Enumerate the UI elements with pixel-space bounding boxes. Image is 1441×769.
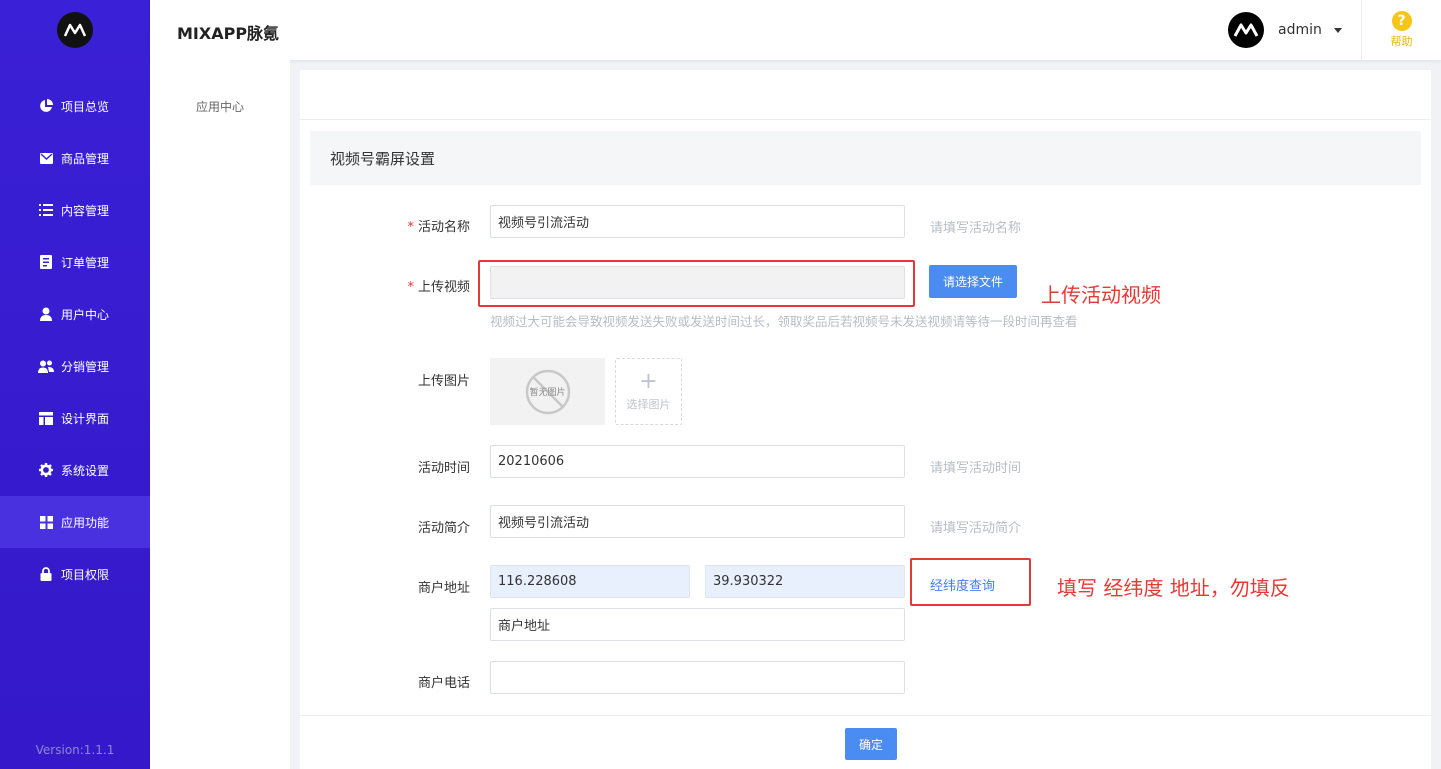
main-top-bar (300, 70, 1431, 120)
activity-intro-hint: 请填写活动简介 (930, 521, 1022, 536)
sidebar-item-products[interactable]: 商品管理 (0, 132, 150, 184)
address-annotation: 填写 经纬度 地址，勿填反 (1057, 576, 1290, 600)
upload-image-label: 上传图片 (417, 374, 470, 389)
merchant-address-input[interactable]: 商户地址 (490, 608, 905, 641)
sidebar-menu: 项目总览 商品管理 内容管理 订单管理 用户中心 分销管理 设计界面 系统设置 (0, 80, 150, 600)
sidebar-item-settings[interactable]: 系统设置 (0, 444, 150, 496)
no-image-text: 暂无图片 (529, 387, 566, 398)
user-icon (38, 306, 54, 322)
merchant-address-label: 商户地址 (417, 581, 470, 596)
latitude-input[interactable]: 39.930322 (705, 565, 905, 598)
top-header: MIXAPP脉氪 admin ? 帮助 (150, 0, 1441, 60)
sidebar-item-label: 分销管理 (61, 359, 110, 374)
sidebar-item-label: 订单管理 (61, 255, 110, 270)
mail-icon (38, 150, 54, 166)
logo-area (0, 0, 150, 60)
logo (57, 12, 93, 48)
sidebar-item-orders[interactable]: 订单管理 (0, 236, 150, 288)
merchant-phone-label: 商户电话 (417, 676, 470, 691)
confirm-button[interactable]: 确定 (845, 728, 897, 760)
activity-time-input[interactable]: 20210606 (490, 445, 905, 478)
users-icon (38, 358, 54, 374)
sidebar-item-label: 项目总览 (61, 99, 110, 114)
sidebar-item-label: 应用功能 (61, 515, 110, 530)
activity-name-hint: 请填写活动名称 (930, 221, 1022, 236)
image-preview: 暂无图片 (490, 358, 605, 425)
activity-time-label: 活动时间 (417, 461, 470, 476)
geo-query-link[interactable]: 经纬度查询 (930, 575, 995, 594)
video-annotation: 上传活动视频 (1041, 283, 1161, 307)
video-file-input[interactable] (490, 266, 905, 299)
section-title: 视频号霸屏设置 (310, 131, 1421, 185)
document-icon (38, 254, 54, 270)
lock-icon (38, 566, 54, 582)
sidebar-item-label: 商品管理 (61, 151, 110, 166)
list-icon (38, 202, 54, 218)
user-menu[interactable]: admin (1228, 12, 1342, 48)
choose-file-button[interactable]: 请选择文件 (929, 265, 1017, 298)
activity-intro-label: 活动简介 (417, 521, 470, 536)
activity-time-hint: 请填写活动时间 (930, 461, 1022, 476)
gear-icon (38, 462, 54, 478)
help-button[interactable]: ? 帮助 (1361, 0, 1441, 60)
select-image-button[interactable]: + 选择图片 (615, 358, 682, 425)
sidebar-item-distribution[interactable]: 分销管理 (0, 340, 150, 392)
sidebar: 项目总览 商品管理 内容管理 订单管理 用户中心 分销管理 设计界面 系统设置 (0, 0, 150, 769)
longitude-input[interactable]: 116.228608 (490, 565, 690, 598)
merchant-phone-input[interactable] (490, 661, 905, 694)
sidebar-item-label: 系统设置 (61, 463, 110, 478)
layout-icon (38, 410, 54, 426)
upload-video-label: * 上传视频 (407, 280, 470, 295)
activity-name-input[interactable]: 视频号引流活动 (490, 205, 905, 238)
sub-sidebar: 应用中心 (150, 60, 290, 769)
pie-chart-icon (38, 98, 54, 114)
avatar (1228, 12, 1264, 48)
help-icon: ? (1391, 11, 1412, 31)
sidebar-item-label: 项目权限 (61, 567, 110, 582)
grid-icon (38, 514, 54, 530)
video-note: 视频过大可能会导致视频发送失败或发送时间过长，领取奖品后若视频号未发送视频请等待… (490, 314, 1078, 329)
username: admin (1278, 22, 1322, 38)
activity-intro-input[interactable]: 视频号引流活动 (490, 505, 905, 538)
sidebar-item-label: 用户中心 (61, 307, 110, 322)
sidebar-item-app-functions[interactable]: 应用功能 (0, 496, 150, 548)
sidebar-item-content[interactable]: 内容管理 (0, 184, 150, 236)
version-label: Version:1.1.1 (35, 743, 115, 757)
app-title: MIXAPP脉氪 (177, 24, 280, 43)
no-image-icon: 暂无图片 (525, 369, 571, 415)
activity-name-label: * 活动名称 (407, 220, 470, 235)
subnav-item-app-center[interactable]: 应用中心 (150, 98, 290, 115)
sidebar-item-label: 内容管理 (61, 203, 110, 218)
sidebar-item-permissions[interactable]: 项目权限 (0, 548, 150, 600)
sidebar-item-users[interactable]: 用户中心 (0, 288, 150, 340)
plus-icon: + (639, 368, 658, 394)
sidebar-item-design[interactable]: 设计界面 (0, 392, 150, 444)
sidebar-item-overview[interactable]: 项目总览 (0, 80, 150, 132)
help-label: 帮助 (1390, 35, 1413, 48)
sidebar-item-label: 设计界面 (61, 411, 110, 426)
select-image-label: 选择图片 (626, 397, 671, 411)
caret-down-icon (1333, 27, 1342, 33)
